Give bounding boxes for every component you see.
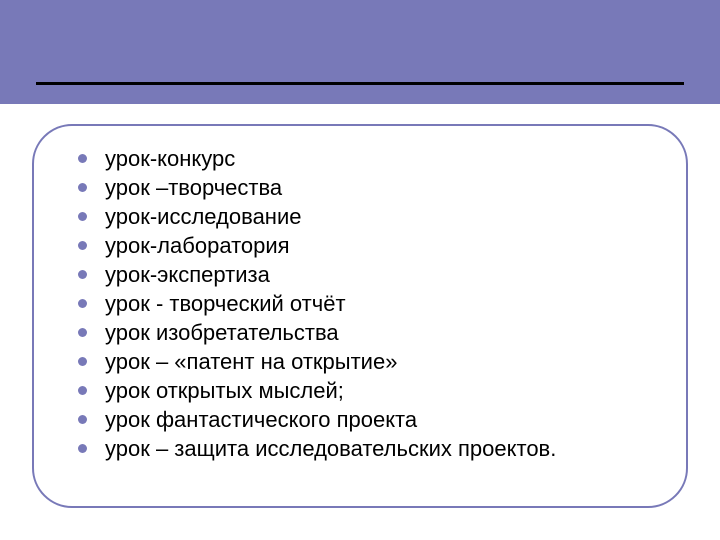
list-item: урок изобретательства xyxy=(78,318,656,347)
list-item-text: урок-лаборатория xyxy=(105,231,290,260)
bullet-icon xyxy=(78,444,87,453)
bullet-icon xyxy=(78,415,87,424)
bullet-icon xyxy=(78,241,87,250)
list-item-text: урок открытых мыслей; xyxy=(105,376,344,405)
list-item: урок фантастического проекта xyxy=(78,405,656,434)
bullet-icon xyxy=(78,183,87,192)
list-item-text: урок-конкурс xyxy=(105,144,235,173)
list-item: урок-исследование xyxy=(78,202,656,231)
list-item-text: урок – «патент на открытие» xyxy=(105,347,397,376)
list-item: урок открытых мыслей; xyxy=(78,376,656,405)
list-item-text: урок – защита исследовательских проектов… xyxy=(105,434,556,463)
list-item: урок –творчества xyxy=(78,173,656,202)
content-card: урок-конкурс урок –творчества урок-иссле… xyxy=(32,124,688,508)
header-rule xyxy=(36,82,684,85)
list-item: урок – «патент на открытие» xyxy=(78,347,656,376)
list-item: урок - творческий отчёт xyxy=(78,289,656,318)
bullet-icon xyxy=(78,212,87,221)
list-item: урок-конкурс xyxy=(78,144,656,173)
list-item-text: урок - творческий отчёт xyxy=(105,289,346,318)
list-item: урок-экспертиза xyxy=(78,260,656,289)
bullet-icon xyxy=(78,357,87,366)
bullet-icon xyxy=(78,386,87,395)
bullet-icon xyxy=(78,154,87,163)
list-item: урок-лаборатория xyxy=(78,231,656,260)
list-item-text: урок изобретательства xyxy=(105,318,339,347)
list-item-text: урок фантастического проекта xyxy=(105,405,417,434)
list-item: урок – защита исследовательских проектов… xyxy=(78,434,656,463)
bullet-list: урок-конкурс урок –творчества урок-иссле… xyxy=(78,144,656,463)
bullet-icon xyxy=(78,328,87,337)
header-band xyxy=(0,0,720,104)
bullet-icon xyxy=(78,270,87,279)
bullet-icon xyxy=(78,299,87,308)
list-item-text: урок-исследование xyxy=(105,202,301,231)
list-item-text: урок-экспертиза xyxy=(105,260,270,289)
list-item-text: урок –творчества xyxy=(105,173,282,202)
